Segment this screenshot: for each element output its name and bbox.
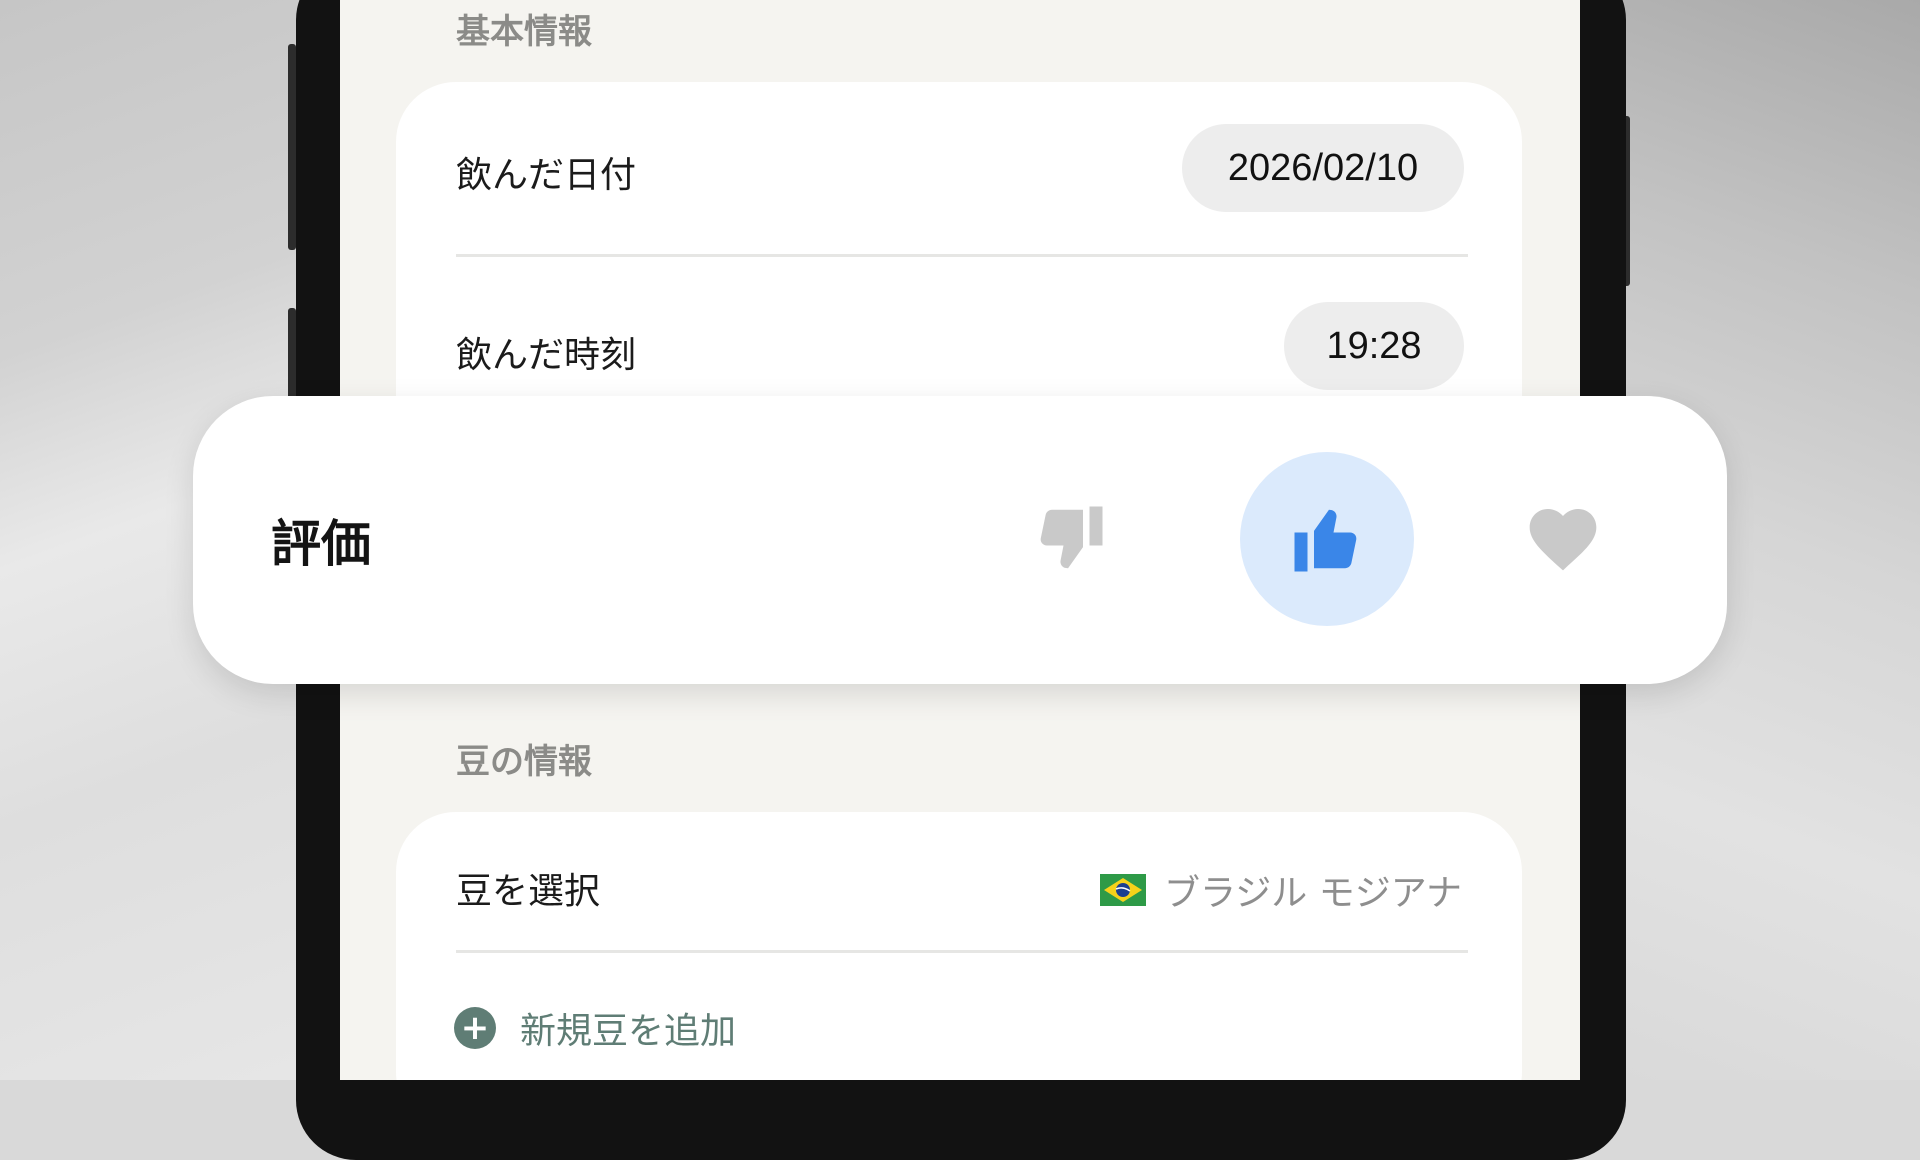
rating-label: 評価 [271, 515, 371, 573]
bean-select-label: 豆を選択 [456, 871, 601, 912]
bean-info-card: 豆を選択 ブラジル モジアナ + 新規豆を追加 [396, 812, 1522, 1080]
section-header-bean: 豆の情報 [456, 742, 592, 782]
date-picker[interactable]: 2026/02/10 [1182, 124, 1464, 212]
thumbs-up-icon [1294, 509, 1357, 572]
bean-selector[interactable]: ブラジル モジアナ [1099, 864, 1462, 916]
thumbs-up-button[interactable] [1240, 452, 1414, 626]
time-picker[interactable]: 19:28 [1284, 302, 1464, 390]
plus-circle-icon: + [454, 1007, 496, 1049]
selected-bean-name: ブラジル モジアナ [1163, 873, 1462, 914]
thumbs-down-button[interactable] [983, 452, 1157, 626]
divider [456, 254, 1468, 257]
thumbs-down-icon [1040, 506, 1103, 569]
brazil-flag-icon [1099, 874, 1146, 906]
time-label: 飲んだ時刻 [456, 335, 637, 376]
phone-side-button [288, 308, 296, 408]
phone-side-button [288, 44, 296, 250]
add-new-bean-label: 新規豆を追加 [520, 1011, 737, 1052]
heart-button[interactable] [1476, 452, 1650, 626]
add-new-bean-button[interactable]: + 新規豆を追加 [454, 1002, 736, 1054]
date-label: 飲んだ日付 [456, 155, 637, 196]
heart-icon [1529, 509, 1597, 571]
rating-card: 評価 [193, 396, 1727, 684]
divider [456, 950, 1468, 953]
section-header-basic: 基本情報 [456, 12, 592, 52]
